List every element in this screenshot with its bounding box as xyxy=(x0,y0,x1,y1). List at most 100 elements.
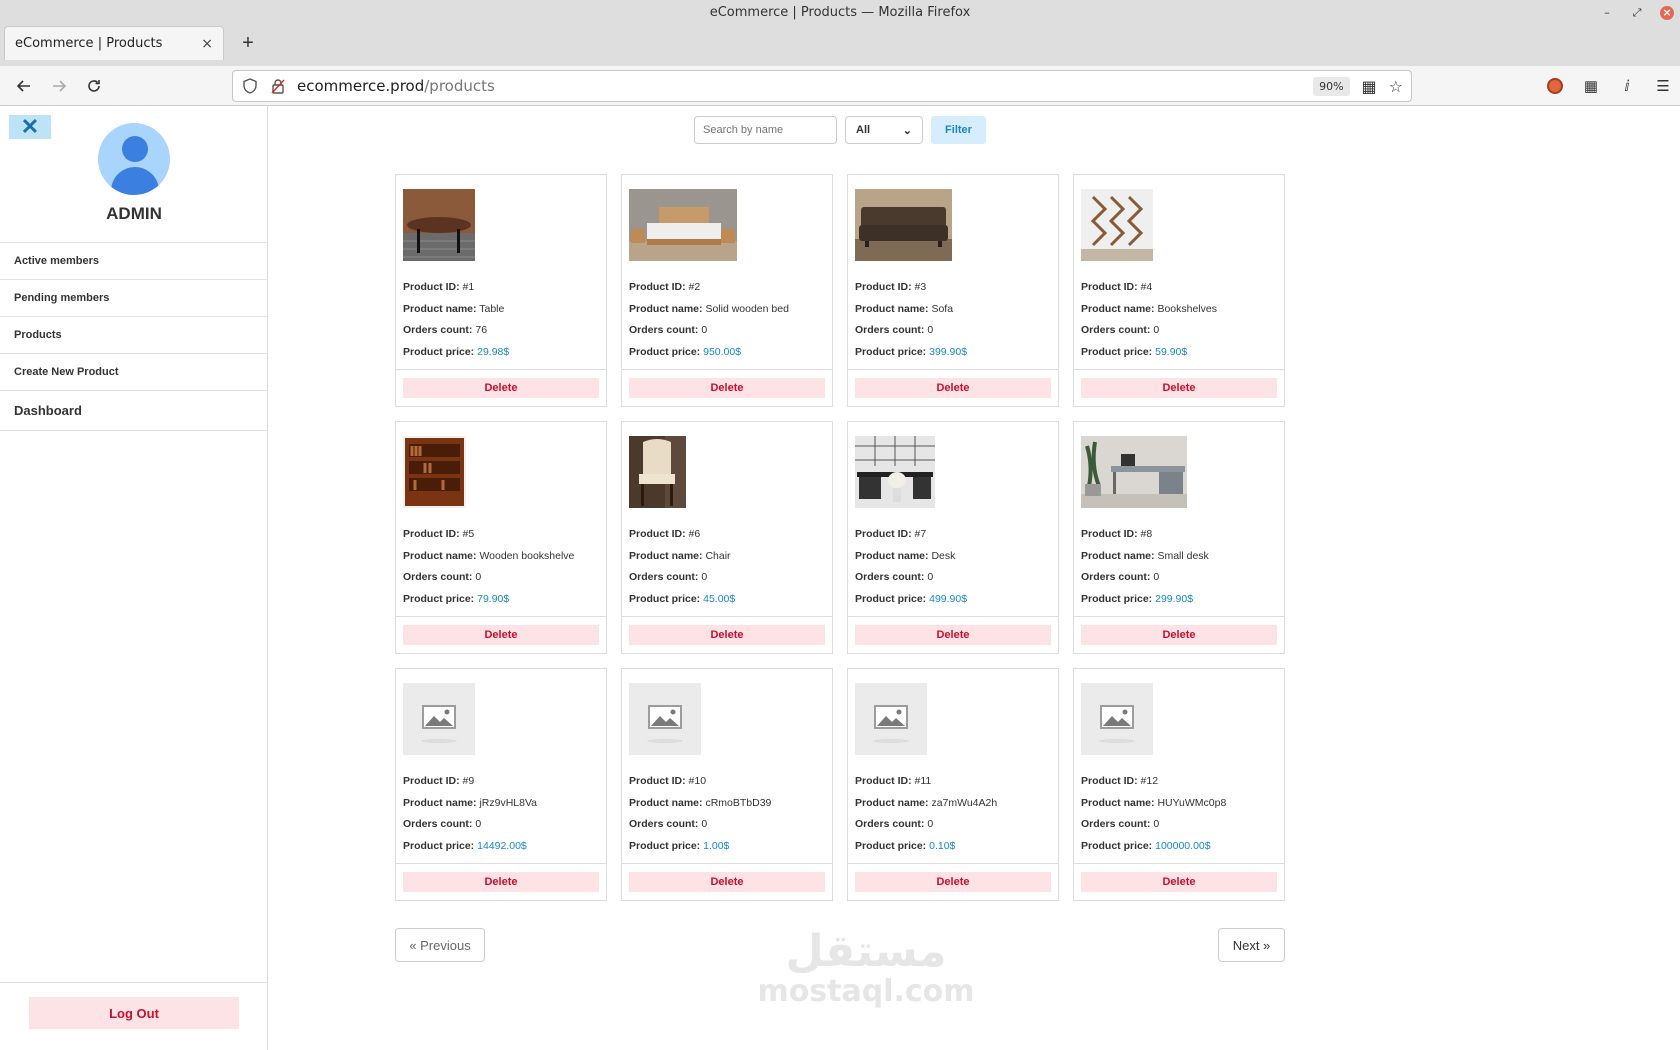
delete-button[interactable]: Delete xyxy=(403,625,599,645)
orders-count: 76 xyxy=(475,324,488,336)
card-footer: Delete xyxy=(1074,369,1284,406)
minimize-icon[interactable]: – xyxy=(1600,6,1614,20)
orders-count-row: Orders count: 0 xyxy=(403,814,537,836)
product-price-label: Product price: xyxy=(403,345,475,358)
delete-button[interactable]: Delete xyxy=(1081,625,1277,645)
card-footer: Delete xyxy=(396,863,606,900)
maximize-icon[interactable]: ⤢ xyxy=(1630,6,1644,20)
zoom-level[interactable]: 90% xyxy=(1313,76,1350,96)
orders-count: 0 xyxy=(701,571,708,583)
reload-button[interactable] xyxy=(78,70,110,102)
product-image xyxy=(403,436,466,508)
logout-button[interactable]: Log Out xyxy=(29,997,239,1029)
shield-icon[interactable] xyxy=(241,77,259,95)
product-name: Solid wooden bed xyxy=(705,302,789,315)
product-name: Chair xyxy=(705,549,731,562)
product-price: 499.90$ xyxy=(929,592,968,605)
search-input[interactable] xyxy=(694,116,837,144)
product-name-label: Product name: xyxy=(855,796,929,809)
product-card: Product ID: #3 Product name: Sofa Orders… xyxy=(847,174,1059,407)
product-info: Product ID: #5 Product name: Wooden book… xyxy=(403,524,574,610)
sidebar-item-dashboard[interactable]: Dashboard xyxy=(0,391,268,431)
orders-count-label: Orders count: xyxy=(629,324,699,336)
previous-page-button[interactable]: « Previous xyxy=(395,928,485,962)
product-price: 399.90$ xyxy=(929,345,968,358)
orders-count-label: Orders count: xyxy=(1081,818,1151,830)
reload-icon xyxy=(88,79,100,92)
orders-count: 0 xyxy=(927,818,934,830)
insecure-lock-icon[interactable] xyxy=(269,77,287,95)
delete-button[interactable]: Delete xyxy=(629,872,825,892)
bookmark-star-icon[interactable]: ☆ xyxy=(1389,77,1403,96)
orders-count-row: Orders count: 0 xyxy=(855,567,967,589)
product-id-label: Product ID: xyxy=(1081,528,1138,540)
sidebar-item-active-members[interactable]: Active members xyxy=(0,243,268,280)
window-close-icon[interactable]: × xyxy=(1660,6,1674,20)
product-info: Product ID: #7 Product name: Desk Orders… xyxy=(855,524,967,610)
extension-record-icon[interactable] xyxy=(1544,75,1566,97)
card-footer: Delete xyxy=(1074,863,1284,900)
orders-count-row: Orders count: 0 xyxy=(1081,320,1217,342)
product-name-label: Product name: xyxy=(403,796,477,809)
qr-code-icon[interactable]: ▦ xyxy=(1362,77,1377,96)
product-id: #9 xyxy=(462,775,475,787)
orders-count: 0 xyxy=(927,571,934,583)
filter-button[interactable]: Filter xyxy=(931,116,986,144)
delete-button[interactable]: Delete xyxy=(855,872,1051,892)
browser-tab[interactable]: eCommerce | Products × xyxy=(4,26,224,60)
next-page-button[interactable]: Next » xyxy=(1218,928,1285,962)
extension-i-icon[interactable]: ⅈ xyxy=(1616,75,1638,97)
orders-count: 0 xyxy=(1153,818,1160,830)
back-button[interactable] xyxy=(8,70,40,102)
delete-button[interactable]: Delete xyxy=(629,625,825,645)
orders-count-label: Orders count: xyxy=(629,818,699,830)
delete-button[interactable]: Delete xyxy=(1081,872,1277,892)
delete-button[interactable]: Delete xyxy=(403,872,599,892)
delete-button[interactable]: Delete xyxy=(629,378,825,398)
address-bar[interactable]: ecommerce.prod/products 90% ▦ ☆ xyxy=(232,70,1412,102)
product-card: Product ID: #4 Product name: Bookshelves… xyxy=(1073,174,1285,407)
product-id-row: Product ID: #10 xyxy=(629,771,771,793)
delete-button[interactable]: Delete xyxy=(403,378,599,398)
tab-close-icon[interactable]: × xyxy=(201,36,213,52)
orders-count-row: Orders count: 0 xyxy=(629,814,771,836)
orders-count-label: Orders count: xyxy=(855,571,925,583)
product-id-row: Product ID: #1 xyxy=(403,277,509,299)
orders-count-label: Orders count: xyxy=(855,324,925,336)
product-id-row: Product ID: #7 xyxy=(855,524,967,546)
menu-hamburger-icon[interactable]: ☰ xyxy=(1652,75,1674,97)
product-card: Product ID: #8 Product name: Small desk … xyxy=(1073,421,1285,654)
extensions-grid-icon[interactable]: ▦ xyxy=(1580,75,1602,97)
product-id-label: Product ID: xyxy=(629,528,686,540)
sidebar-menu: Active members Pending members Products … xyxy=(0,242,268,431)
product-price: 59.90$ xyxy=(1155,345,1188,358)
orders-count-row: Orders count: 0 xyxy=(403,567,574,589)
logout-section: Log Out xyxy=(0,982,268,1050)
sidebar-item-products[interactable]: Products xyxy=(0,317,268,354)
product-image xyxy=(629,683,701,755)
product-price-row: Product price: 29.98$ xyxy=(403,342,509,364)
new-tab-button[interactable]: + xyxy=(232,28,264,60)
delete-button[interactable]: Delete xyxy=(855,378,1051,398)
product-name: jRz9vHL8Va xyxy=(479,796,538,809)
product-name: Table xyxy=(479,302,505,315)
product-price: 299.90$ xyxy=(1155,592,1194,605)
product-image xyxy=(855,683,927,755)
forward-button[interactable] xyxy=(43,70,75,102)
delete-button[interactable]: Delete xyxy=(855,625,1051,645)
product-card: Product ID: #7 Product name: Desk Orders… xyxy=(847,421,1059,654)
delete-button[interactable]: Delete xyxy=(1081,378,1277,398)
product-card: Product ID: #5 Product name: Wooden book… xyxy=(395,421,607,654)
product-name: Wooden bookshelve xyxy=(479,549,575,562)
orders-count: 0 xyxy=(475,571,482,583)
admin-name: ADMIN xyxy=(106,204,162,223)
product-name-row: Product name: cRmoBTbD39 xyxy=(629,793,771,815)
tab-title: eCommerce | Products xyxy=(15,36,163,51)
sidebar-close-icon[interactable]: ✕ xyxy=(9,115,51,139)
category-select[interactable]: All ⌄ xyxy=(845,116,923,144)
product-name-row: Product name: Table xyxy=(403,299,509,321)
product-image xyxy=(1081,436,1187,508)
sidebar-item-pending-members[interactable]: Pending members xyxy=(0,280,268,317)
product-id: #6 xyxy=(688,528,701,540)
sidebar-item-create-new-product[interactable]: Create New Product xyxy=(0,354,268,391)
